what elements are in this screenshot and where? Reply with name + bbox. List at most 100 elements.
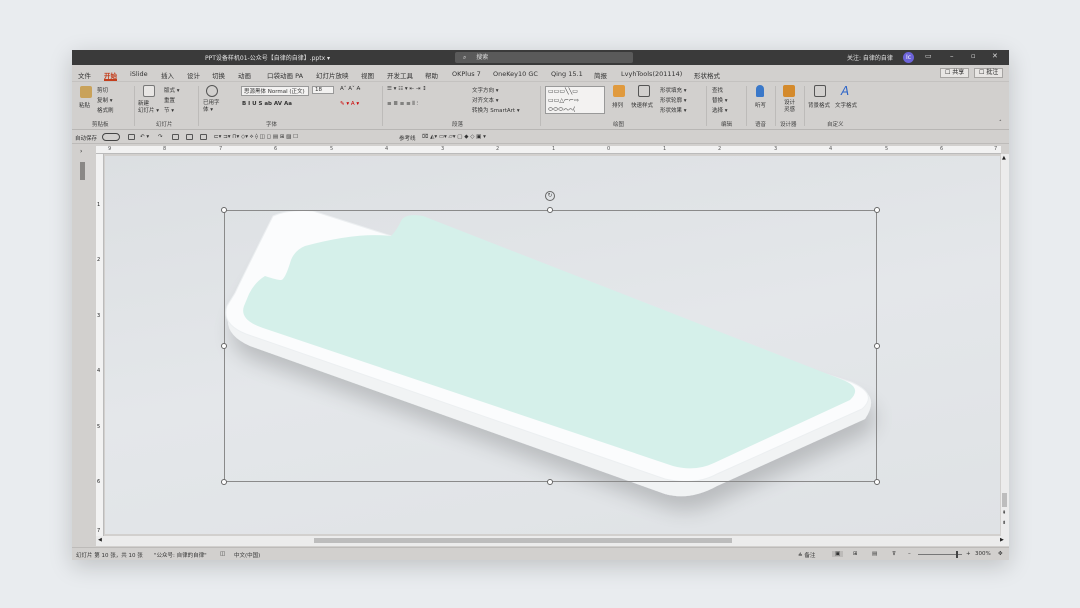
zoom-level[interactable]: 300% — [975, 551, 991, 557]
arrange-icon[interactable] — [613, 85, 625, 97]
comment-button[interactable]: ☐ 批注 — [974, 68, 1004, 78]
format-painter-button[interactable]: 格式刷 — [97, 106, 114, 114]
copy-button[interactable]: 复制 ▾ — [97, 96, 113, 104]
horizontal-scroll-thumb[interactable] — [314, 538, 732, 543]
tab-home[interactable]: 开始 — [104, 70, 117, 81]
prev-slide-icon[interactable]: ⇞ — [1002, 510, 1006, 516]
tab-slideshow[interactable]: 幻灯片放映 — [316, 70, 349, 80]
camera-icon[interactable] — [186, 134, 193, 140]
scroll-right-icon[interactable]: ▶ — [1000, 537, 1004, 543]
smartart-button[interactable]: 转换为 SmartArt ▾ — [472, 106, 520, 114]
zoom-in-icon[interactable]: + — [966, 551, 971, 557]
resize-handle[interactable] — [547, 479, 553, 485]
minimize-icon[interactable]: – — [950, 52, 954, 60]
scroll-up-icon[interactable]: ▲ — [1002, 155, 1006, 161]
expand-thumbnails-icon[interactable]: › — [80, 148, 82, 155]
vertical-ruler[interactable]: 1 2 3 4 5 6 7 — [96, 154, 104, 536]
scroll-left-icon[interactable]: ◀ — [98, 537, 102, 543]
resize-handle[interactable] — [874, 343, 880, 349]
close-icon[interactable]: ✕ — [992, 52, 998, 60]
ribbon-display-icon[interactable]: ▭ — [925, 52, 932, 60]
new-slide-qat-icon[interactable] — [200, 134, 207, 140]
next-slide-icon[interactable]: ⇟ — [1002, 520, 1006, 526]
reuse-font-button[interactable]: 已用字 体 ▾ — [203, 100, 220, 114]
document-title[interactable]: PPT设备样机01-公众号【自律的自律】.pptx ▾ — [205, 53, 330, 62]
reading-view-icon[interactable]: ▤ — [872, 551, 877, 557]
vertical-scrollbar[interactable]: ▲ ⇞ ⇟ — [1001, 154, 1009, 536]
redo-icon[interactable]: ↷ — [158, 134, 163, 140]
align-qat-icons[interactable]: ⊏▾ ⊐▾ ⊓▾ ◇▾ ⟡ ⟠ ◫ ◻ ▤ ⊞ ▨ ☐ — [214, 134, 298, 141]
background-format-icon[interactable] — [814, 85, 826, 97]
notes-button[interactable]: ≙ 备注 — [798, 551, 815, 559]
tab-onekey[interactable]: OneKey10 GC — [493, 70, 538, 78]
resize-handle[interactable] — [221, 479, 227, 485]
cut-button[interactable]: 剪切 — [97, 86, 108, 94]
horizontal-scrollbar[interactable]: ◀ ▶ — [96, 536, 1009, 546]
design-ideas-button[interactable]: 设计 灵感 — [784, 100, 795, 114]
tab-qing[interactable]: Qing 15.1 — [551, 70, 583, 78]
background-format-button[interactable]: 背景格式 — [808, 101, 830, 109]
new-slide-icon[interactable] — [143, 85, 155, 97]
shape-outline-button[interactable]: 形状轮廓 ▾ — [660, 96, 687, 104]
text-direction-button[interactable]: 文字方向 ▾ — [472, 86, 499, 94]
resize-handle[interactable] — [221, 207, 227, 213]
tab-view[interactable]: 视图 — [361, 70, 374, 80]
guides-label[interactable]: 参考线 — [399, 134, 416, 142]
tab-developer[interactable]: 开发工具 — [387, 70, 413, 80]
undo-icon[interactable]: ↶ ▾ — [140, 134, 149, 140]
tab-shape-format[interactable]: 形状格式 — [694, 70, 720, 80]
font-color-icons[interactable]: ✎ ▾ A ▾ — [340, 101, 359, 107]
reuse-font-icon[interactable] — [206, 85, 218, 97]
language[interactable]: 中文(中国) — [234, 551, 260, 559]
align-text-button[interactable]: 对齐文本 ▾ — [472, 96, 499, 104]
layout-button[interactable]: 版式 ▾ — [164, 86, 180, 94]
resize-handle[interactable] — [874, 207, 880, 213]
tab-islide[interactable]: iSlide — [130, 70, 148, 78]
font-grow-shrink-icons[interactable]: A˄ A˅ A̶ — [340, 86, 360, 92]
reset-button[interactable]: 重置 — [164, 96, 175, 104]
accessibility-icon[interactable]: ◫ — [220, 551, 225, 557]
replace-button[interactable]: 替换 ▾ — [712, 96, 728, 104]
resize-handle[interactable] — [874, 479, 880, 485]
fit-to-window-icon[interactable]: ✥ — [998, 551, 1003, 557]
microphone-icon[interactable] — [756, 85, 764, 97]
text-format-icon[interactable]: A — [841, 84, 849, 98]
paste-icon[interactable] — [80, 86, 92, 98]
collapse-ribbon-icon[interactable]: ˄ — [999, 120, 1002, 126]
tab-insert[interactable]: 插入 — [161, 70, 174, 80]
tab-okplus[interactable]: OKPlus 7 — [452, 70, 481, 78]
dictate-button[interactable]: 听写 — [755, 101, 766, 109]
font-name-select[interactable]: 思源黑体 Normal (正文) — [241, 86, 309, 96]
search-box[interactable]: ⌕ 搜索 — [455, 52, 633, 63]
shape-fill-button[interactable]: 形状填充 ▾ — [660, 86, 687, 94]
quick-styles-button[interactable]: 快速样式 — [631, 101, 653, 109]
thumbnails-pane-collapsed[interactable]: › — [72, 146, 96, 546]
slideshow-view-icon[interactable]: ⊽ — [892, 551, 896, 557]
quick-styles-icon[interactable] — [638, 85, 650, 97]
resize-handle[interactable] — [221, 343, 227, 349]
tab-transitions[interactable]: 切换 — [212, 70, 225, 80]
font-size-select[interactable]: 18 — [312, 86, 334, 94]
tab-pocket-animation[interactable]: 口袋动画 PA — [267, 70, 303, 80]
normal-view-icon[interactable]: ▣ — [832, 551, 844, 557]
slide-sorter-icon[interactable]: ⊞ — [853, 551, 858, 557]
maximize-icon[interactable]: ▫ — [971, 52, 976, 60]
save-icon[interactable] — [128, 134, 135, 140]
tab-help[interactable]: 帮助 — [425, 70, 438, 80]
tab-brief[interactable]: 简报 — [594, 70, 607, 80]
slide-canvas[interactable]: ↻ — [105, 156, 1000, 534]
text-format-button[interactable]: 文字格式 — [835, 101, 857, 109]
design-ideas-icon[interactable] — [783, 85, 795, 97]
find-button[interactable]: 查找 — [712, 86, 723, 94]
arrange-button[interactable]: 排列 — [612, 101, 623, 109]
font-style-icons[interactable]: B I U S ab AV Aa — [242, 101, 292, 107]
align-icons[interactable]: ≡ ≣ ≡ ≡ ⫴ ⫶ — [387, 101, 418, 108]
start-slideshow-icon[interactable] — [172, 134, 179, 140]
horizontal-ruler[interactable]: 9 8 7 6 5 4 3 2 1 0 1 2 3 4 5 6 7 — [96, 146, 1001, 154]
select-button[interactable]: 选择 ▾ — [712, 106, 728, 114]
selection-frame[interactable] — [224, 210, 877, 482]
avatar[interactable]: Ic — [903, 52, 914, 63]
rotate-handle-icon[interactable]: ↻ — [545, 191, 555, 201]
tab-design[interactable]: 设计 — [187, 70, 200, 80]
autosave-toggle[interactable] — [102, 133, 120, 141]
